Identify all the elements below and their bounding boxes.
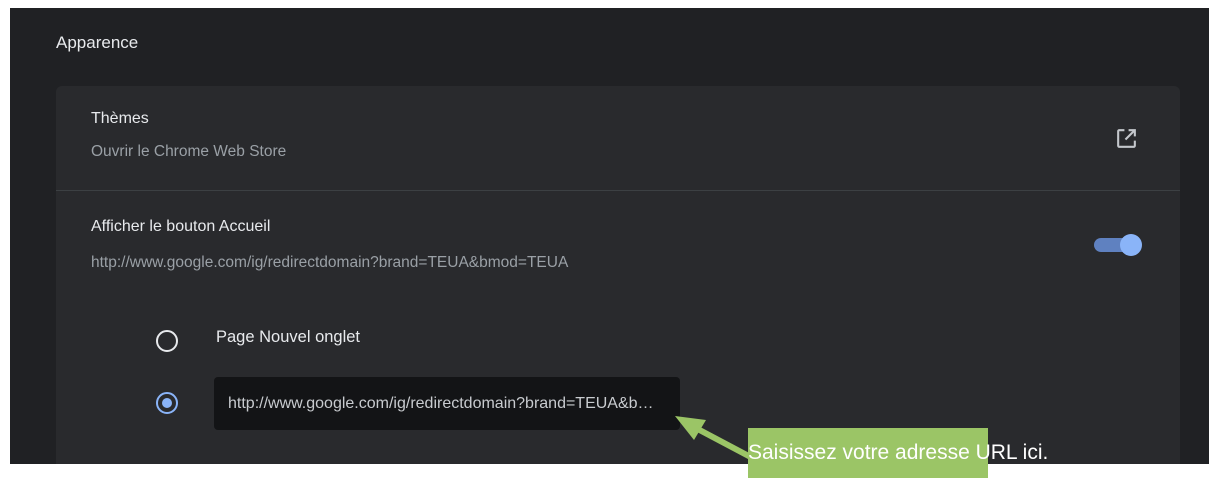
themes-title: Thèmes [91, 110, 149, 127]
row-divider [56, 190, 1180, 191]
custom-url-radio[interactable] [156, 392, 178, 414]
themes-subtitle: Ouvrir le Chrome Web Store [91, 143, 287, 160]
toggle-knob [1120, 234, 1142, 256]
external-link-icon[interactable] [1114, 126, 1139, 151]
settings-screenshot: Apparence Thèmes Ouvrir le Chrome Web St… [10, 8, 1209, 464]
appearance-card: Thèmes Ouvrir le Chrome Web Store Affich… [56, 86, 1180, 464]
themes-row[interactable]: Thèmes Ouvrir le Chrome Web Store [56, 86, 1180, 190]
new-tab-radio[interactable] [156, 330, 178, 352]
home-button-title: Afficher le bouton Accueil [91, 218, 271, 235]
home-button-subtitle: http://www.google.com/ig/redirectdomain?… [91, 254, 569, 271]
annotation-callout: Saisissez votre adresse URL ici. [748, 428, 1048, 478]
home-button-toggle[interactable] [1092, 234, 1148, 256]
new-tab-label[interactable]: Page Nouvel onglet [216, 328, 360, 347]
section-title: Apparence [56, 33, 139, 52]
custom-url-input[interactable]: http://www.google.com/ig/redirectdomain?… [214, 377, 680, 430]
radio-selected-dot [162, 398, 172, 408]
